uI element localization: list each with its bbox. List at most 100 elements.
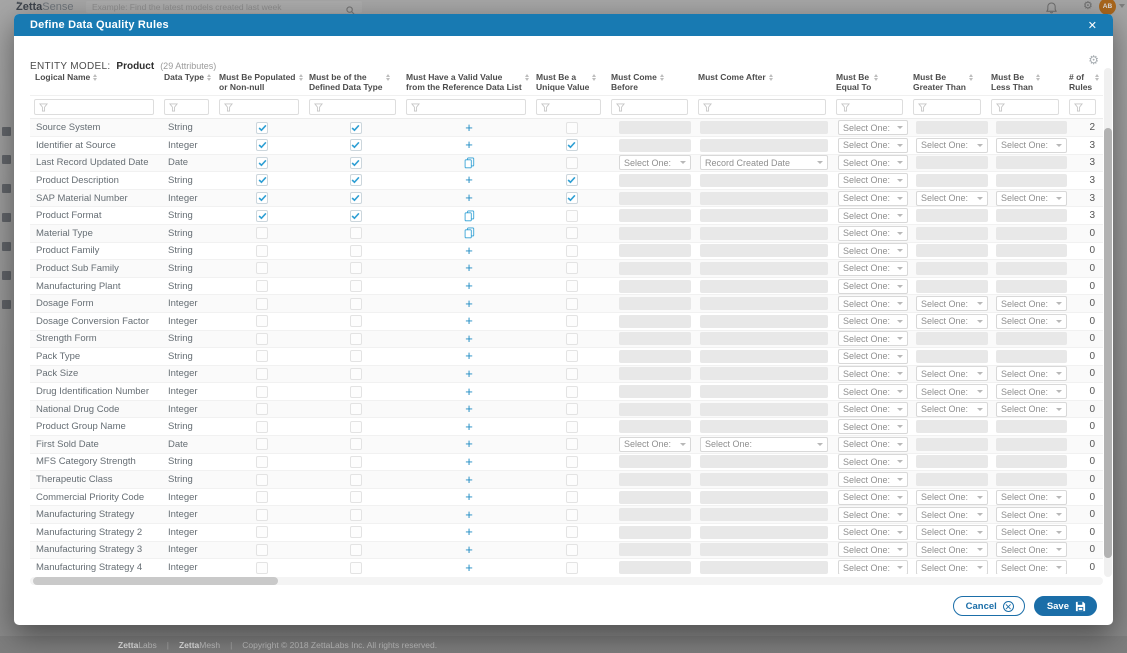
must-be-less-than-select[interactable]: Select One: <box>996 296 1067 311</box>
filter-input-must-be-equal-to[interactable] <box>836 99 903 115</box>
sort-icon[interactable] <box>525 74 529 92</box>
unique-checkbox[interactable] <box>566 333 578 345</box>
unique-checkbox[interactable] <box>566 227 578 239</box>
must-be-equal-to-select[interactable]: Select One: <box>838 191 908 206</box>
must-be-equal-to-select[interactable]: Select One: <box>838 490 908 505</box>
must-be-less-than-select[interactable]: Select One: <box>996 314 1067 329</box>
must-be-equal-to-select[interactable]: Select One: <box>838 454 908 469</box>
must-be-greater-than-select[interactable]: Select One: <box>916 296 988 311</box>
populated-checkbox[interactable] <box>256 509 268 521</box>
defined-type-checkbox[interactable] <box>350 174 362 186</box>
add-reference-icon[interactable]: + <box>465 456 473 468</box>
add-reference-icon[interactable]: + <box>465 526 473 538</box>
save-button[interactable]: Save <box>1034 596 1097 616</box>
filter-input-must-come-after[interactable] <box>698 99 826 115</box>
unique-checkbox[interactable] <box>566 122 578 134</box>
must-be-equal-to-select[interactable]: Select One: <box>838 138 908 153</box>
populated-checkbox[interactable] <box>256 210 268 222</box>
populated-checkbox[interactable] <box>256 245 268 257</box>
add-reference-icon[interactable]: + <box>465 421 473 433</box>
add-reference-icon[interactable]: + <box>465 386 473 398</box>
must-be-equal-to-select[interactable]: Select One: <box>838 349 908 364</box>
defined-type-checkbox[interactable] <box>350 280 362 292</box>
must-be-equal-to-select[interactable]: Select One: <box>838 384 908 399</box>
populated-checkbox[interactable] <box>256 474 268 486</box>
col-header-must-be-equal-to[interactable]: Must Be Equal To <box>834 70 911 92</box>
filter-input-must-be-populated[interactable] <box>219 99 299 115</box>
add-reference-icon[interactable]: + <box>465 403 473 415</box>
populated-checkbox[interactable] <box>256 403 268 415</box>
search-input[interactable] <box>86 1 362 13</box>
populated-checkbox[interactable] <box>256 227 268 239</box>
filter-input-logical-name[interactable] <box>34 99 154 115</box>
unique-checkbox[interactable] <box>566 174 578 186</box>
populated-checkbox[interactable] <box>256 491 268 503</box>
defined-type-checkbox[interactable] <box>350 544 362 556</box>
unique-checkbox[interactable] <box>566 438 578 450</box>
unique-checkbox[interactable] <box>566 350 578 362</box>
sort-icon[interactable] <box>299 74 303 92</box>
col-header-valid-value-reference[interactable]: Must Have a Valid Value from the Referen… <box>404 70 534 92</box>
horizontal-scrollbar-thumb[interactable] <box>33 577 278 585</box>
add-reference-icon[interactable]: + <box>465 333 473 345</box>
must-be-equal-to-select[interactable]: Select One: <box>838 437 908 452</box>
populated-checkbox[interactable] <box>256 157 268 169</box>
must-be-less-than-select[interactable]: Select One: <box>996 542 1067 557</box>
chevron-down-icon[interactable] <box>1119 4 1125 8</box>
defined-type-checkbox[interactable] <box>350 386 362 398</box>
must-be-greater-than-select[interactable]: Select One: <box>916 314 988 329</box>
must-be-less-than-select[interactable]: Select One: <box>996 507 1067 522</box>
populated-checkbox[interactable] <box>256 122 268 134</box>
must-come-after-select[interactable]: Select One: <box>700 437 828 452</box>
must-be-greater-than-select[interactable]: Select One: <box>916 525 988 540</box>
add-reference-icon[interactable]: + <box>465 315 473 327</box>
populated-checkbox[interactable] <box>256 386 268 398</box>
must-be-equal-to-select[interactable]: Select One: <box>838 314 908 329</box>
defined-type-checkbox[interactable] <box>350 526 362 538</box>
unique-checkbox[interactable] <box>566 262 578 274</box>
defined-type-checkbox[interactable] <box>350 562 362 574</box>
must-be-less-than-select[interactable]: Select One: <box>996 191 1067 206</box>
defined-type-checkbox[interactable] <box>350 315 362 327</box>
unique-checkbox[interactable] <box>566 474 578 486</box>
unique-checkbox[interactable] <box>566 192 578 204</box>
defined-type-checkbox[interactable] <box>350 474 362 486</box>
add-reference-icon[interactable]: + <box>465 509 473 521</box>
add-reference-icon[interactable]: + <box>465 491 473 503</box>
sort-icon[interactable] <box>769 74 773 82</box>
sort-icon[interactable] <box>969 74 973 92</box>
add-reference-icon[interactable]: + <box>465 280 473 292</box>
horizontal-scrollbar[interactable] <box>30 577 1103 585</box>
unique-checkbox[interactable] <box>566 245 578 257</box>
must-be-greater-than-select[interactable]: Select One: <box>916 384 988 399</box>
defined-type-checkbox[interactable] <box>350 333 362 345</box>
populated-checkbox[interactable] <box>256 438 268 450</box>
defined-type-checkbox[interactable] <box>350 298 362 310</box>
sort-icon[interactable] <box>207 74 211 82</box>
col-header-must-come-after[interactable]: Must Come After <box>696 70 834 82</box>
col-header-must-come-before[interactable]: Must Come Before <box>609 70 696 92</box>
must-be-equal-to-select[interactable]: Select One: <box>838 331 908 346</box>
defined-type-checkbox[interactable] <box>350 210 362 222</box>
unique-checkbox[interactable] <box>566 526 578 538</box>
reference-list-icon[interactable] <box>464 210 475 222</box>
must-be-equal-to-select[interactable]: Select One: <box>838 419 908 434</box>
defined-type-checkbox[interactable] <box>350 438 362 450</box>
cancel-button[interactable]: Cancel✕ <box>953 596 1025 616</box>
add-reference-icon[interactable]: + <box>465 298 473 310</box>
must-be-less-than-select[interactable]: Select One: <box>996 560 1067 574</box>
populated-checkbox[interactable] <box>256 544 268 556</box>
must-be-equal-to-select[interactable]: Select One: <box>838 226 908 241</box>
populated-checkbox[interactable] <box>256 421 268 433</box>
unique-checkbox[interactable] <box>566 421 578 433</box>
defined-type-checkbox[interactable] <box>350 262 362 274</box>
defined-type-checkbox[interactable] <box>350 368 362 380</box>
must-be-greater-than-select[interactable]: Select One: <box>916 560 988 574</box>
must-be-greater-than-select[interactable]: Select One: <box>916 138 988 153</box>
filter-input-must-be-greater-than[interactable] <box>913 99 981 115</box>
defined-type-checkbox[interactable] <box>350 122 362 134</box>
unique-checkbox[interactable] <box>566 139 578 151</box>
add-reference-icon[interactable]: + <box>465 192 473 204</box>
populated-checkbox[interactable] <box>256 280 268 292</box>
unique-checkbox[interactable] <box>566 315 578 327</box>
